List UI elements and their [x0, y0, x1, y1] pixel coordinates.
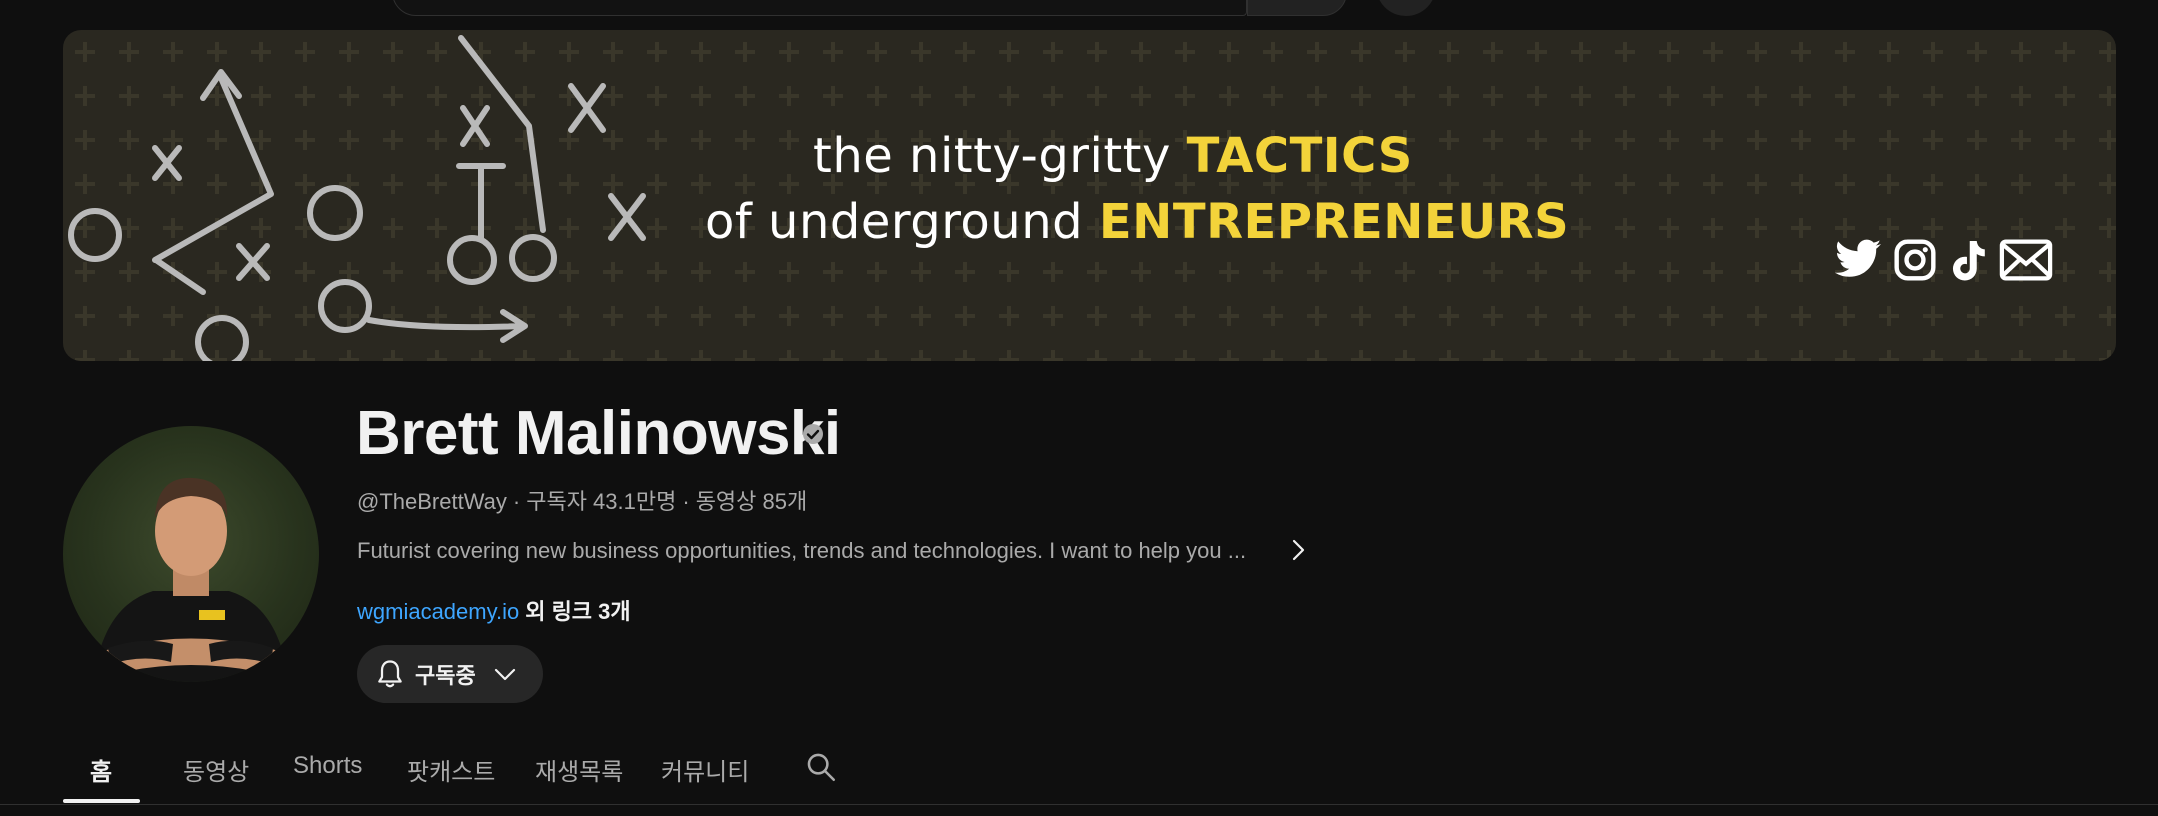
tab-home[interactable]: 홈 [90, 752, 112, 787]
meta-separator: · [682, 489, 690, 514]
channel-avatar[interactable] [63, 426, 319, 682]
tab-podcasts[interactable]: 팟캐스트 [407, 752, 495, 787]
voice-search-button[interactable] [1376, 0, 1436, 16]
channel-tabs: 홈 동영상 Shorts 팟캐스트 재생목록 커뮤니티 [63, 740, 2158, 804]
instagram-icon[interactable] [1893, 238, 1937, 282]
banner-tagline-accent: ENTREPRENEURS [1098, 194, 1570, 250]
chevron-right-icon[interactable] [1287, 537, 1309, 563]
tiktok-icon[interactable] [1947, 238, 1989, 286]
channel-description[interactable]: Futurist covering new business opportuni… [357, 538, 1246, 564]
banner-tagline-text: of underground [705, 194, 1084, 250]
video-count: 동영상 85개 [695, 489, 808, 514]
avatar-portrait [93, 477, 289, 682]
tab-community[interactable]: 커뮤니티 [661, 752, 749, 787]
active-tab-indicator [63, 799, 140, 803]
chevron-down-icon [494, 668, 515, 681]
tab-playlists[interactable]: 재생목록 [535, 752, 623, 787]
more-links-button[interactable]: 외 링크 3개 [525, 599, 630, 624]
search-button[interactable] [1247, 0, 1347, 16]
email-icon[interactable] [1999, 238, 2053, 282]
subscriber-count: 구독자 43.1만명 [526, 489, 677, 514]
channel-links: wgmiacademy.io 외 링크 3개 [357, 594, 631, 626]
subscribed-label: 구독중 [415, 663, 476, 688]
tab-shorts[interactable]: Shorts [293, 752, 362, 780]
banner-social-icons [1835, 238, 2053, 286]
channel-handle: @TheBrettWay [357, 489, 507, 514]
tabs-divider [0, 804, 2158, 805]
masthead [0, 0, 2158, 20]
bell-icon [378, 660, 402, 688]
twitter-icon[interactable] [1835, 238, 1883, 282]
banner-tagline-text: the nitty-gritty [813, 128, 1171, 184]
tab-videos[interactable]: 동영상 [183, 752, 249, 787]
banner-tagline-line1: the nitty-gritty TACTICS [813, 128, 1413, 184]
channel-banner: the nitty-gritty TACTICS of underground … [63, 30, 2116, 361]
meta-separator: · [512, 489, 521, 514]
banner-tagline-accent: TACTICS [1186, 128, 1413, 184]
banner-tagline-line2: of underground ENTREPRENEURS [705, 194, 1569, 250]
search-input[interactable] [392, 0, 1247, 16]
channel-link[interactable]: wgmiacademy.io [357, 599, 519, 624]
verified-badge-icon [803, 424, 823, 444]
channel-name: Brett Malinowski [356, 399, 841, 468]
subscribed-button[interactable]: 구독중 [357, 645, 543, 703]
search-icon[interactable] [804, 750, 838, 784]
channel-meta: @TheBrettWay · 구독자 43.1만명 · 동영상 85개 [357, 484, 807, 516]
